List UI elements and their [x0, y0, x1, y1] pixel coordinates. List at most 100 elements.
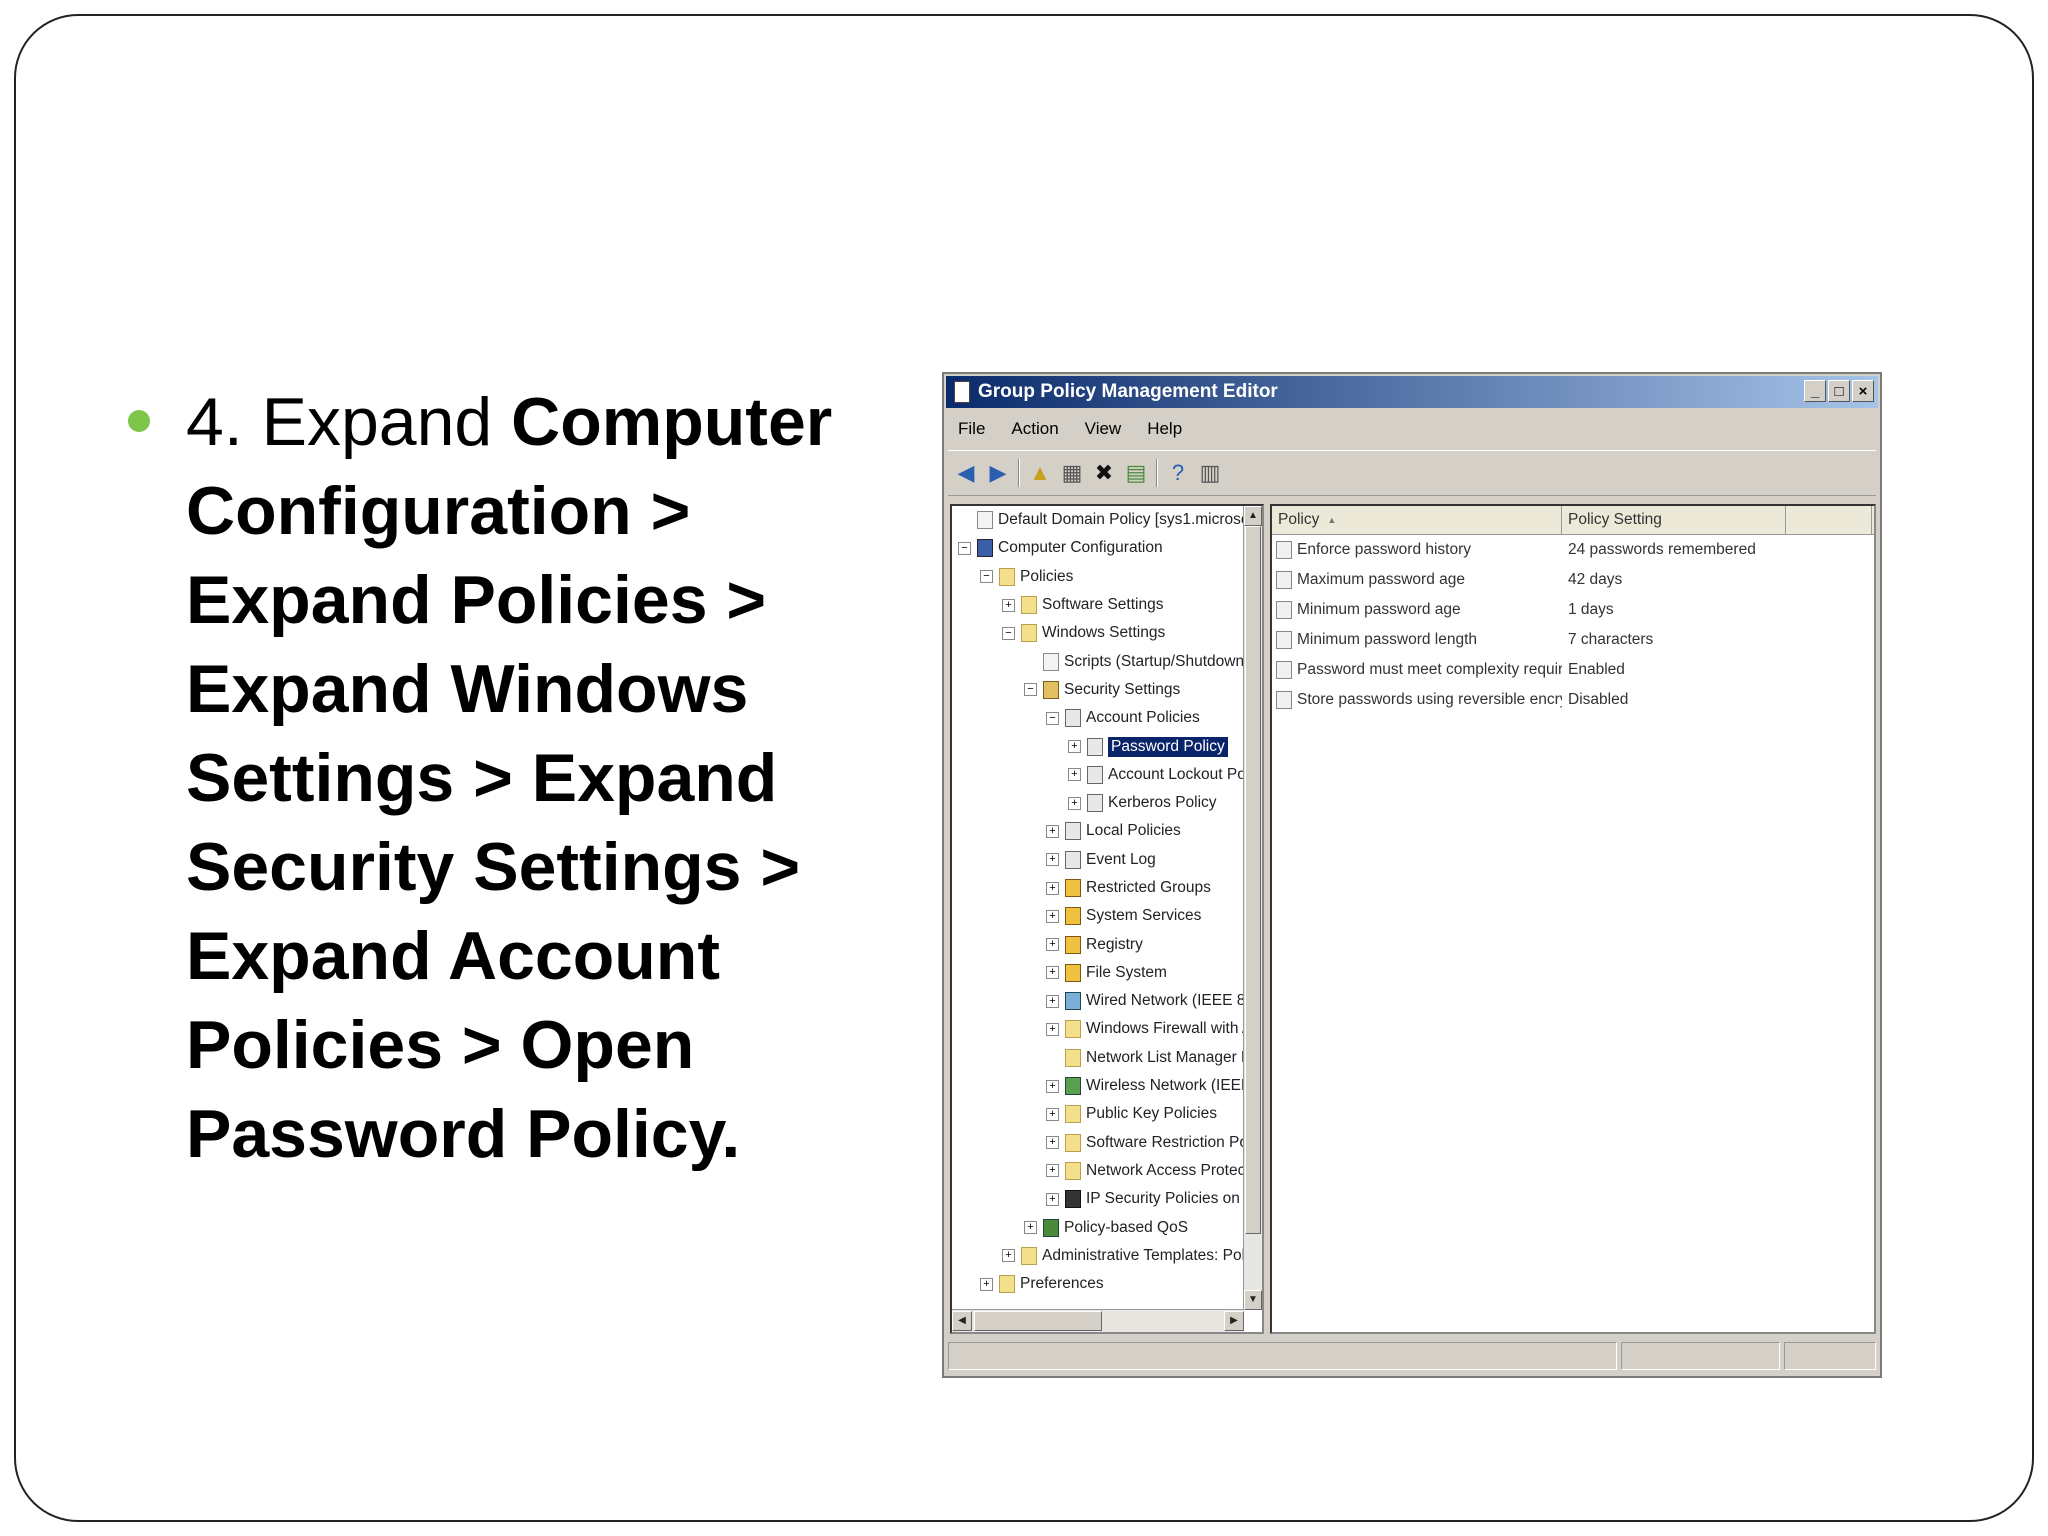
menu-help[interactable]: Help: [1147, 419, 1182, 439]
maximize-button[interactable]: □: [1828, 380, 1850, 402]
hscroll-thumb[interactable]: [974, 1311, 1102, 1331]
title-bar[interactable]: Group Policy Management Editor _ □ ×: [946, 376, 1878, 408]
properties-icon[interactable]: ▥: [1198, 459, 1222, 487]
tree-item-label: Scripts (Startup/Shutdown): [1064, 652, 1244, 670]
expand-icon[interactable]: +: [1046, 1107, 1059, 1121]
policy-list: Enforce password history 24 passwords rem…: [1272, 535, 1874, 715]
policy-row[interactable]: Minimum password age 1 days: [1272, 595, 1874, 625]
menu-file[interactable]: File: [958, 419, 985, 439]
tree-item[interactable]: + System Services: [952, 902, 1244, 930]
tree-item[interactable]: + Administrative Templates: Policy de: [952, 1242, 1244, 1270]
expand-icon[interactable]: +: [1068, 740, 1081, 754]
expand-icon[interactable]: +: [1068, 796, 1081, 810]
tree-item[interactable]: + Policy-based QoS: [952, 1213, 1244, 1241]
policy-row[interactable]: Password must meet complexity requiremen…: [1272, 655, 1874, 685]
expand-icon[interactable]: +: [1046, 853, 1059, 867]
status-segment: [948, 1342, 1618, 1370]
policy-cell: Maximum password age: [1272, 571, 1562, 589]
column-header-policy[interactable]: Policy ▲: [1272, 506, 1562, 534]
policy-setting-icon: [1276, 691, 1292, 709]
policy-name: Minimum password age: [1297, 601, 1461, 618]
expand-icon[interactable]: +: [1046, 966, 1059, 980]
column-header-setting[interactable]: Policy Setting: [1562, 506, 1786, 534]
tree-item[interactable]: + Kerberos Policy: [952, 789, 1244, 817]
tree-item[interactable]: + Registry: [952, 930, 1244, 958]
tree-item[interactable]: + Password Policy: [952, 732, 1244, 760]
tree-item[interactable]: + Public Key Policies: [952, 1100, 1244, 1128]
policy-row[interactable]: Enforce password history 24 passwords rem…: [1272, 535, 1874, 565]
forward-arrow-icon[interactable]: ▶: [986, 459, 1010, 487]
collapse-icon[interactable]: −: [980, 570, 993, 584]
help-icon[interactable]: ?: [1166, 459, 1190, 487]
tree-item-label: Password Policy: [1108, 736, 1228, 757]
tree-item[interactable]: + Software Restriction Policies: [952, 1129, 1244, 1157]
tree-item[interactable]: + Preferences: [952, 1270, 1244, 1298]
scroll-thumb[interactable]: [1245, 526, 1261, 1234]
policy-row[interactable]: Minimum password length 7 characters: [1272, 625, 1874, 655]
tree-item[interactable]: + Wireless Network (IEEE 802: [952, 1072, 1244, 1100]
tree-item[interactable]: Default Domain Policy [sys1.microsoft.co…: [952, 506, 1244, 534]
menu-view[interactable]: View: [1085, 419, 1122, 439]
tree-item[interactable]: + Network Access Protection: [952, 1157, 1244, 1185]
tree-item[interactable]: + Restricted Groups: [952, 874, 1244, 902]
scroll-up-icon[interactable]: ▲: [1244, 506, 1262, 526]
policy-row[interactable]: Maximum password age 42 days: [1272, 565, 1874, 595]
collapse-icon[interactable]: −: [1046, 711, 1059, 725]
expand-icon[interactable]: +: [1046, 1022, 1059, 1036]
collapse-icon[interactable]: −: [958, 541, 971, 555]
tree-item[interactable]: − Security Settings: [952, 676, 1244, 704]
expand-icon[interactable]: +: [1002, 598, 1015, 612]
collapse-icon[interactable]: −: [1002, 626, 1015, 640]
tree-item[interactable]: Scripts (Startup/Shutdown): [952, 647, 1244, 675]
expand-icon[interactable]: +: [1046, 1079, 1059, 1093]
up-folder-icon[interactable]: ▲: [1028, 459, 1052, 487]
expand-icon[interactable]: +: [1046, 1192, 1059, 1206]
expand-icon[interactable]: +: [1046, 1164, 1059, 1178]
tree-item[interactable]: − Computer Configuration: [952, 534, 1244, 562]
tree-item[interactable]: + Event Log: [952, 846, 1244, 874]
close-button[interactable]: ×: [1852, 380, 1874, 402]
tree-item[interactable]: + Account Lockout Policy: [952, 761, 1244, 789]
tree-item[interactable]: − Account Policies: [952, 704, 1244, 732]
tree-item[interactable]: − Windows Settings: [952, 619, 1244, 647]
policy-name: Password must meet complexity requiremen…: [1297, 661, 1562, 678]
tree-item-label: Restricted Groups: [1086, 879, 1211, 896]
expand-icon[interactable]: +: [1046, 994, 1059, 1008]
delete-icon[interactable]: ✖: [1092, 459, 1116, 487]
expand-icon[interactable]: +: [1046, 938, 1059, 952]
expand-icon[interactable]: +: [1002, 1249, 1015, 1263]
tree-vertical-scrollbar[interactable]: ▲ ▼: [1243, 506, 1262, 1310]
tree-item-label: Public Key Policies: [1086, 1105, 1217, 1123]
expand-icon[interactable]: +: [1024, 1221, 1037, 1235]
minimize-button[interactable]: _: [1804, 380, 1826, 402]
expand-icon[interactable]: +: [1046, 1136, 1059, 1150]
export-list-icon[interactable]: ▤: [1124, 459, 1148, 487]
back-arrow-icon[interactable]: ◀: [954, 459, 978, 487]
policy-row[interactable]: Store passwords using reversible encrypt…: [1272, 685, 1874, 715]
scroll-down-icon[interactable]: ▼: [1244, 1290, 1262, 1310]
expand-icon[interactable]: +: [1068, 768, 1081, 782]
collapse-icon[interactable]: −: [1024, 683, 1037, 697]
tree-item[interactable]: + Windows Firewall with Adva: [952, 1015, 1244, 1043]
menu-bar: File Action View Help: [948, 414, 1182, 444]
tree-item[interactable]: Network List Manager Polic: [952, 1044, 1244, 1072]
expand-icon[interactable]: +: [980, 1277, 993, 1291]
status-segment: [1621, 1342, 1781, 1370]
tree-item[interactable]: + IP Security Policies on Activ: [952, 1185, 1244, 1213]
scroll-right-icon[interactable]: ▶: [1224, 1311, 1244, 1331]
doc-icon: [977, 511, 993, 530]
menu-action[interactable]: Action: [1011, 419, 1058, 439]
scroll-left-icon[interactable]: ◀: [952, 1311, 972, 1331]
expand-icon[interactable]: +: [1046, 909, 1059, 923]
pc-icon: [977, 539, 993, 558]
show-hide-tree-icon[interactable]: ▦: [1060, 459, 1084, 487]
tree-item[interactable]: + Local Policies: [952, 817, 1244, 845]
tree-horizontal-scrollbar[interactable]: ◀ ▶: [952, 1309, 1244, 1332]
tree-item[interactable]: + File System: [952, 959, 1244, 987]
tree-item[interactable]: + Software Settings: [952, 591, 1244, 619]
tree-item[interactable]: − Policies: [952, 563, 1244, 591]
tree-item[interactable]: + Wired Network (IEEE 802.3: [952, 987, 1244, 1015]
expand-icon[interactable]: +: [1046, 881, 1059, 895]
expand-icon[interactable]: +: [1046, 824, 1059, 838]
details-pane: Policy ▲ Policy Setting Enforce password…: [1270, 504, 1876, 1334]
